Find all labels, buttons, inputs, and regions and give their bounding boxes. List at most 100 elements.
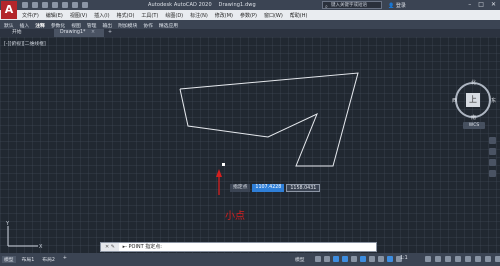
menu-item[interactable]: 窗口(W) xyxy=(264,12,283,19)
navigation-bar xyxy=(489,137,497,177)
ribbon-tab[interactable]: 输出 xyxy=(102,22,112,29)
osnap-icon[interactable] xyxy=(360,256,366,262)
ribbon-tab[interactable]: 协作 xyxy=(143,22,153,29)
snap-icon[interactable] xyxy=(324,256,330,262)
layout-tab[interactable]: 布局2 xyxy=(40,256,57,263)
hardware-acceleration-icon[interactable] xyxy=(485,256,491,262)
clean-screen-icon[interactable] xyxy=(495,256,500,262)
menu-bar: 文件(F) 编辑(E) 视图(V) 插入(I) 格式(O) 工具(T) 绘图(D) 标注(N)… xyxy=(0,10,500,20)
layout-tabs: 模型 布局1 布局2 + xyxy=(2,256,69,263)
zoom-icon[interactable] xyxy=(489,159,496,166)
menu-item[interactable]: 标注(N) xyxy=(190,12,208,19)
sign-in-label: 登录 xyxy=(395,3,406,9)
ortho-icon[interactable] xyxy=(333,256,339,262)
polyline-shape[interactable] xyxy=(179,72,359,167)
menu-item[interactable]: 文件(F) xyxy=(22,12,39,19)
dynamic-input-tooltip: 指定点 1107.4228 1158.0431 xyxy=(230,184,321,192)
layout-tab[interactable]: + xyxy=(61,256,69,263)
menu-item[interactable]: 绘图(D) xyxy=(165,12,183,19)
ribbon-tab[interactable]: 默认 xyxy=(4,22,14,29)
viewcube-top-face[interactable]: 上 xyxy=(466,93,480,107)
menu-item[interactable]: 工具(T) xyxy=(141,12,158,19)
menu-item[interactable]: 格式(O) xyxy=(117,12,135,19)
new-tab-button[interactable]: + xyxy=(108,29,112,37)
search-input[interactable]: ⌕ 键入关键字或短语 xyxy=(322,1,382,10)
viewcube-east[interactable]: 东 xyxy=(491,97,496,104)
command-close-icon[interactable]: ✕ ✎ xyxy=(101,243,119,251)
menu-item[interactable]: 参数(P) xyxy=(240,12,257,19)
ribbon-tab-list: 默认 插入 注释 参数化 视图 管理 输出 附加模块 协作 精选应用 xyxy=(4,22,178,29)
pan-icon[interactable] xyxy=(489,148,496,155)
layout-tab[interactable]: 布局1 xyxy=(20,256,37,263)
redo-icon[interactable] xyxy=(82,2,88,8)
isolate-objects-icon[interactable] xyxy=(475,256,481,262)
ribbon-tab[interactable]: 精选应用 xyxy=(159,22,178,29)
lock-ui-icon[interactable] xyxy=(465,256,471,262)
menu-item[interactable]: 帮助(H) xyxy=(290,12,308,19)
menu-item[interactable]: 编辑(E) xyxy=(46,12,63,19)
orbit-icon[interactable] xyxy=(489,170,496,177)
ribbon-tab[interactable]: 管理 xyxy=(87,22,97,29)
command-line[interactable]: ✕ ✎ ▸- POINT 指定点: xyxy=(100,242,377,252)
ribbon-tabs: 默认 插入 注释 参数化 视图 管理 输出 附加模块 协作 精选应用 xyxy=(0,20,500,29)
viewcube-south[interactable]: 南 xyxy=(471,114,476,121)
menu-items: 文件(F) 编辑(E) 视图(V) 插入(I) 格式(O) 工具(T) 绘图(D) 标注(N)… xyxy=(22,12,307,19)
close-icon[interactable]: ✕ xyxy=(491,1,496,8)
close-tab-icon[interactable]: × xyxy=(91,30,95,35)
tab-drawing1[interactable]: Drawing1* × xyxy=(54,29,104,37)
grid-icon[interactable] xyxy=(315,256,321,262)
annotation-scale[interactable]: 1:1 xyxy=(400,256,408,261)
isodraft-icon[interactable] xyxy=(351,256,357,262)
autocad-logo[interactable]: A xyxy=(1,1,17,19)
coord-x-field[interactable]: 1107.4228 xyxy=(252,184,285,192)
saveas-icon[interactable] xyxy=(52,2,58,8)
layout-tab[interactable]: 模型 xyxy=(2,256,16,263)
drawing-canvas[interactable]: [-][俯视][二维线框] 北 上 西 东 南 WCS 指定点 1107.422… xyxy=(0,37,500,253)
viewcube-west[interactable]: 西 xyxy=(452,97,457,104)
model-space-button[interactable]: 模型 xyxy=(295,256,305,263)
quick-access-toolbar xyxy=(22,2,88,8)
coord-y-field[interactable]: 1158.0431 xyxy=(286,184,321,192)
polar-icon[interactable] xyxy=(342,256,348,262)
ucs-icon: Y X xyxy=(5,221,43,250)
ribbon-tab[interactable]: 插入 xyxy=(20,22,30,29)
units-icon[interactable] xyxy=(445,256,451,262)
workspace-icon[interactable] xyxy=(425,256,431,262)
wcs-menu[interactable]: WCS xyxy=(463,122,485,129)
viewcube[interactable]: 北 上 西 东 南 xyxy=(452,79,496,121)
undo-icon[interactable] xyxy=(72,2,78,8)
tab-start[interactable]: 开始 xyxy=(6,29,30,37)
lineweight-icon[interactable] xyxy=(378,256,384,262)
annotation-monitor-icon[interactable] xyxy=(435,256,441,262)
menu-item[interactable]: 视图(V) xyxy=(70,12,87,19)
menu-item[interactable]: 插入(I) xyxy=(94,12,109,19)
window-controls: – □ ✕ xyxy=(468,1,496,8)
ribbon-tab[interactable]: 参数化 xyxy=(51,22,65,29)
open-icon[interactable] xyxy=(32,2,38,8)
status-bar: 模型 布局1 布局2 + 模型 1:1 xyxy=(0,253,500,266)
annotation-text: 小点 xyxy=(225,211,245,222)
steering-wheel-icon[interactable] xyxy=(489,137,496,144)
ucs-x-label: X xyxy=(39,244,43,250)
otrack-icon[interactable] xyxy=(369,256,375,262)
quick-properties-icon[interactable] xyxy=(455,256,461,262)
tooltip-label: 指定点 xyxy=(230,184,251,192)
menu-item[interactable]: 修改(M) xyxy=(215,12,233,19)
user-icon: 👤 xyxy=(388,3,395,9)
transparency-icon[interactable] xyxy=(387,256,393,262)
document-tabs: 开始 Drawing1* × + xyxy=(0,29,500,37)
minimize-icon[interactable]: – xyxy=(468,1,471,8)
viewcube-north[interactable]: 北 xyxy=(471,79,476,86)
title-bar: A Autodesk AutoCAD 2020 Drawing1.dwg ⌕ 键… xyxy=(0,0,500,19)
app-name: Autodesk AutoCAD 2020 xyxy=(148,2,212,8)
ribbon-tab[interactable]: 视图 xyxy=(71,22,81,29)
maximize-icon[interactable]: □ xyxy=(478,1,484,8)
ribbon-tab[interactable]: 附加模块 xyxy=(118,22,137,29)
new-icon[interactable] xyxy=(22,2,28,8)
point-cursor xyxy=(222,163,225,166)
ribbon-tab[interactable]: 注释 xyxy=(35,22,45,29)
save-icon[interactable] xyxy=(42,2,48,8)
sign-in-button[interactable]: 👤 登录 xyxy=(388,2,406,9)
plot-icon[interactable] xyxy=(62,2,68,8)
drafting-tools xyxy=(315,256,402,262)
